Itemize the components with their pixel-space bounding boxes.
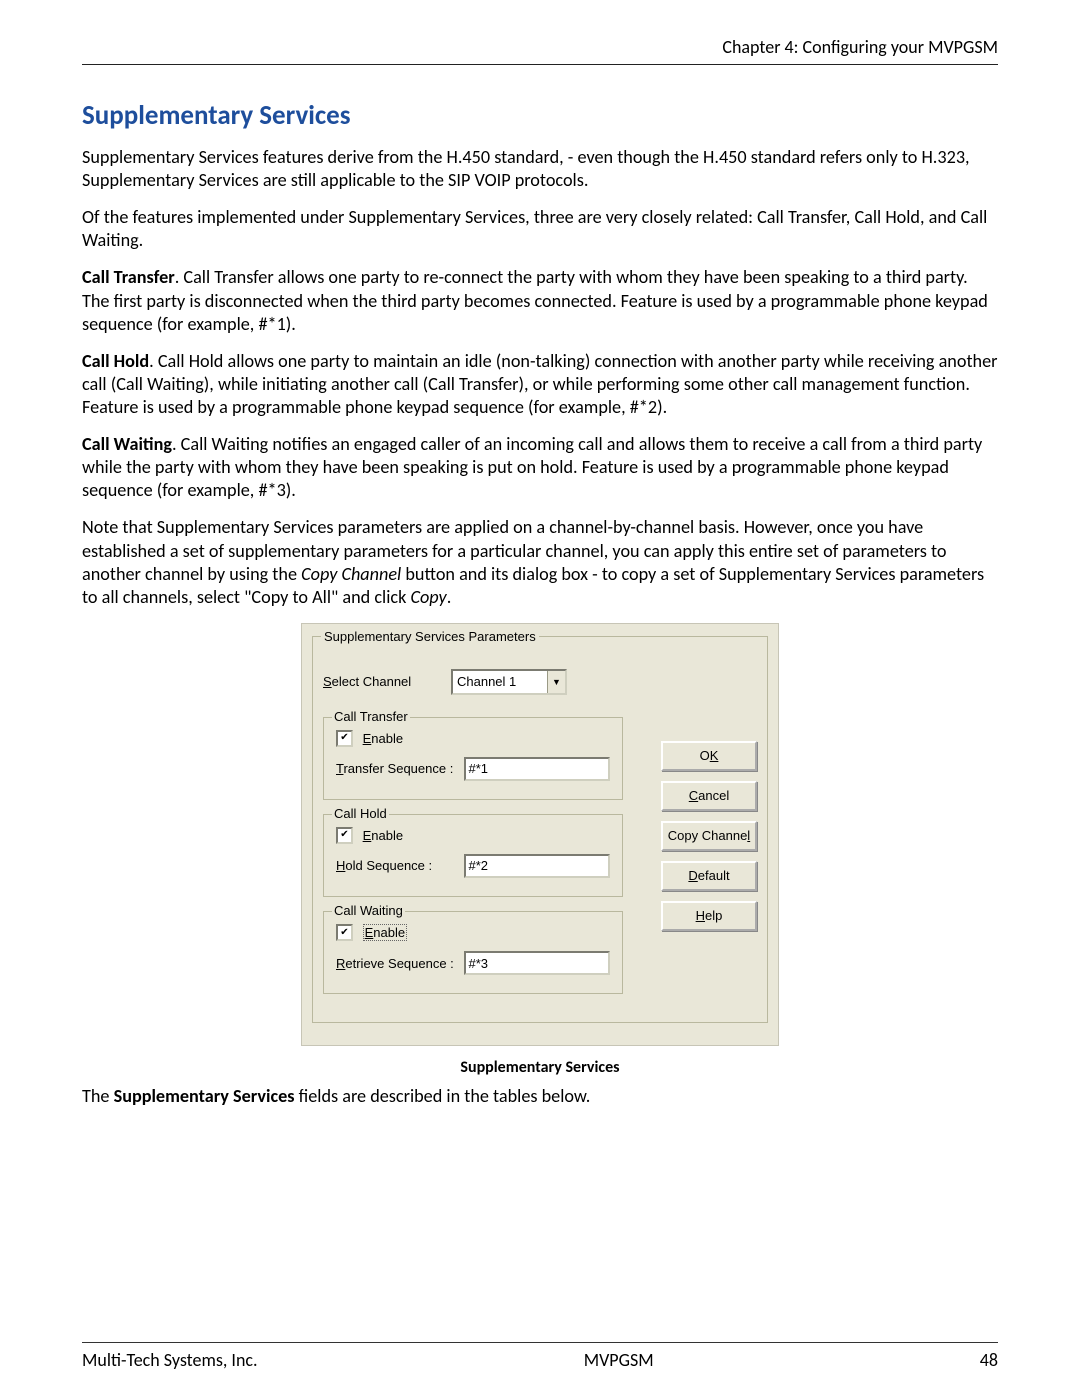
enable-waiting-label: Enable <box>363 924 407 941</box>
body-text: . <box>447 586 452 608</box>
term-call-hold: Call Hold <box>82 350 149 372</box>
btn-text: efault <box>698 868 730 883</box>
mnemonic: S <box>323 674 332 689</box>
footer-company: Multi-Tech Systems, Inc. <box>82 1349 258 1371</box>
btn-text: O <box>700 748 710 763</box>
default-button[interactable]: Default <box>661 861 757 891</box>
body-text: . Call Hold allows one party to maintain… <box>82 350 998 418</box>
body-para: The Supplementary Services fields are de… <box>82 1085 998 1108</box>
group-title: Call Transfer <box>332 709 410 724</box>
body-para: Call Hold. Call Hold allows one party to… <box>82 350 998 419</box>
group-title: Call Hold <box>332 806 389 821</box>
select-channel-value: Channel 1 <box>457 674 516 689</box>
enable-waiting-checkbox[interactable]: ✔ <box>336 924 353 941</box>
chevron-down-icon[interactable]: ▼ <box>547 671 565 693</box>
mnemonic: C <box>689 788 698 803</box>
btn-text: Copy Channe <box>668 828 748 843</box>
enable-hold-checkbox[interactable]: ✔ <box>336 827 353 844</box>
enable-transfer-row: ✔ Enable <box>336 730 610 747</box>
body-text: . Call Transfer allows one party to re-c… <box>82 266 988 334</box>
mnemonic: D <box>688 868 697 883</box>
term-supplementary-services: Supplementary Services <box>114 1085 295 1107</box>
label-text: elect Channel <box>332 674 412 689</box>
copy-channel-button[interactable]: Copy Channel <box>661 821 757 851</box>
retrieve-sequence-input[interactable]: #*3 <box>464 951 610 975</box>
footer-page-number: 48 <box>980 1349 998 1371</box>
help-button[interactable]: Help <box>661 901 757 931</box>
header-rule <box>82 64 998 65</box>
chapter-header: Chapter 4: Configuring your MVPGSM <box>82 36 998 64</box>
footer-product: MVPGSM <box>584 1349 654 1371</box>
mnemonic: E <box>365 925 374 940</box>
label-text: nable <box>371 828 403 843</box>
call-hold-group: Call Hold ✔ Enable Hold Sequence : #*2 <box>323 814 623 897</box>
call-transfer-group: Call Transfer ✔ Enable Transfer Sequence… <box>323 717 623 800</box>
btn-text: ancel <box>698 788 729 803</box>
body-para: Note that Supplementary Services paramet… <box>82 516 998 608</box>
body-text: . Call Waiting notifies an engaged calle… <box>82 433 982 501</box>
body-para: Of the features implemented under Supple… <box>82 206 998 252</box>
mnemonic: H <box>696 908 705 923</box>
mnemonic: H <box>336 858 345 873</box>
mnemonic: R <box>336 956 345 971</box>
groupbox-title: Supplementary Services Parameters <box>321 629 539 644</box>
retrieve-sequence-value: #*3 <box>469 956 489 971</box>
ok-button[interactable]: OK <box>661 741 757 771</box>
body-para: Call Transfer. Call Transfer allows one … <box>82 266 998 335</box>
body-para: Supplementary Services features derive f… <box>82 146 998 192</box>
body-para: Call Waiting. Call Waiting notifies an e… <box>82 433 998 502</box>
term-call-transfer: Call Transfer <box>82 266 175 288</box>
mnemonic: E <box>363 731 372 746</box>
body-text: fields are described in the tables below… <box>294 1085 590 1107</box>
cancel-button[interactable]: Cancel <box>661 781 757 811</box>
retrieve-sequence-label: Retrieve Sequence : <box>336 956 464 971</box>
copy-ref: Copy <box>410 586 446 608</box>
enable-transfer-label: Enable <box>363 731 403 746</box>
select-channel-label: Select Channel <box>323 674 451 689</box>
term-call-waiting: Call Waiting <box>82 433 172 455</box>
hold-sequence-value: #*2 <box>469 858 489 873</box>
call-waiting-group: Call Waiting ✔ Enable Retrieve Sequence … <box>323 911 623 994</box>
figure-caption: Supplementary Services <box>82 1058 998 1077</box>
mnemonic: l <box>747 828 750 843</box>
page-footer: Multi-Tech Systems, Inc. MVPGSM 48 <box>82 1342 998 1371</box>
label-text: etrieve Sequence : <box>345 956 453 971</box>
enable-transfer-checkbox[interactable]: ✔ <box>336 730 353 747</box>
transfer-sequence-input[interactable]: #*1 <box>464 757 610 781</box>
label-text: nable <box>373 925 405 940</box>
body-text: The <box>82 1085 114 1107</box>
transfer-sequence-value: #*1 <box>469 761 489 776</box>
label-text: old Sequence : <box>345 858 432 873</box>
dialog-button-column: OK Cancel Copy Channel Default Help <box>661 741 757 931</box>
copy-channel-ref: Copy Channel <box>301 563 401 585</box>
enable-hold-label: Enable <box>363 828 403 843</box>
btn-text: elp <box>705 908 722 923</box>
select-channel-dropdown[interactable]: Channel 1 ▼ <box>451 669 567 695</box>
footer-rule <box>82 1342 998 1343</box>
hold-sequence-input[interactable]: #*2 <box>464 854 610 878</box>
mnemonic: K <box>710 748 719 763</box>
mnemonic: E <box>363 828 372 843</box>
section-heading: Supplementary Services <box>82 99 998 132</box>
dialog-figure: Supplementary Services Parameters Select… <box>82 623 998 1046</box>
enable-waiting-row: ✔ Enable <box>336 924 610 941</box>
label-text: ransfer Sequence : <box>343 761 453 776</box>
supplementary-services-dialog: Supplementary Services Parameters Select… <box>301 623 779 1046</box>
hold-sequence-label: Hold Sequence : <box>336 858 464 873</box>
label-text: nable <box>371 731 403 746</box>
transfer-sequence-label: Transfer Sequence : <box>336 761 464 776</box>
enable-hold-row: ✔ Enable <box>336 827 610 844</box>
group-title: Call Waiting <box>332 903 405 918</box>
supplementary-services-parameters-group: Supplementary Services Parameters Select… <box>312 636 768 1023</box>
